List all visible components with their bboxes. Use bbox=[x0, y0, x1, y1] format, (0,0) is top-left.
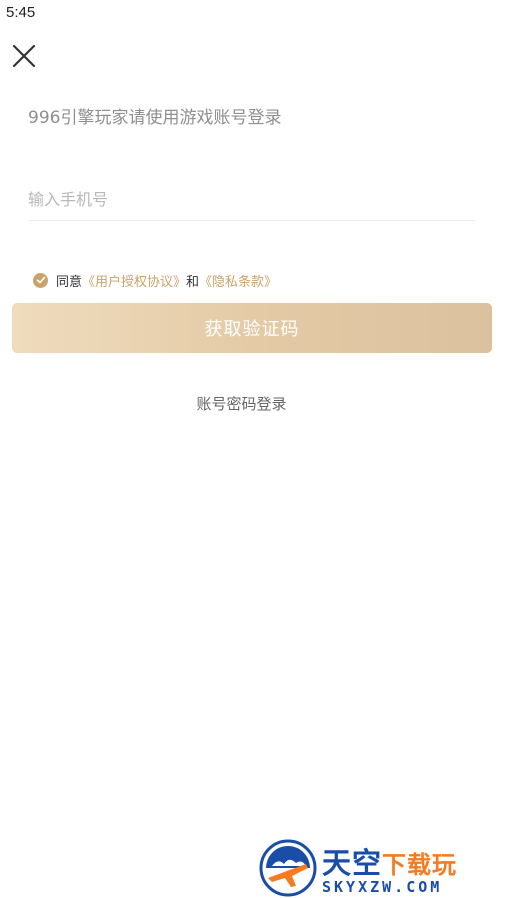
watermark-brand-accent: 下载玩 bbox=[382, 851, 458, 879]
privacy-link[interactable]: 《隐私条款》 bbox=[199, 271, 277, 290]
status-time: 5:45 bbox=[6, 4, 36, 21]
terms-link[interactable]: 《用户授权协议》 bbox=[82, 271, 186, 290]
login-hint: 996引擎玩家请使用游戏账号登录 bbox=[28, 108, 282, 128]
agreement-row: 同意 《用户授权协议》 和 《隐私条款》 bbox=[33, 270, 277, 290]
agree-prefix: 同意 bbox=[56, 274, 83, 290]
watermark-site: SKYXZW.COM bbox=[322, 878, 443, 896]
plane-logo-icon bbox=[259, 839, 317, 897]
close-button[interactable] bbox=[10, 42, 38, 70]
close-icon bbox=[12, 44, 36, 68]
get-code-button[interactable]: 获取验证码 bbox=[12, 303, 492, 353]
watermark: 天空下载玩 SKYXZW.COM bbox=[258, 838, 503, 898]
phone-input[interactable] bbox=[28, 178, 476, 221]
agree-conjunction: 和 bbox=[186, 274, 200, 290]
watermark-brand: 天空下载玩 bbox=[322, 840, 457, 882]
account-password-login-link[interactable]: 账号密码登录 bbox=[0, 393, 483, 414]
watermark-brand-main: 天空 bbox=[322, 846, 383, 880]
check-icon bbox=[36, 276, 45, 284]
agreement-checkbox[interactable] bbox=[33, 272, 48, 288]
